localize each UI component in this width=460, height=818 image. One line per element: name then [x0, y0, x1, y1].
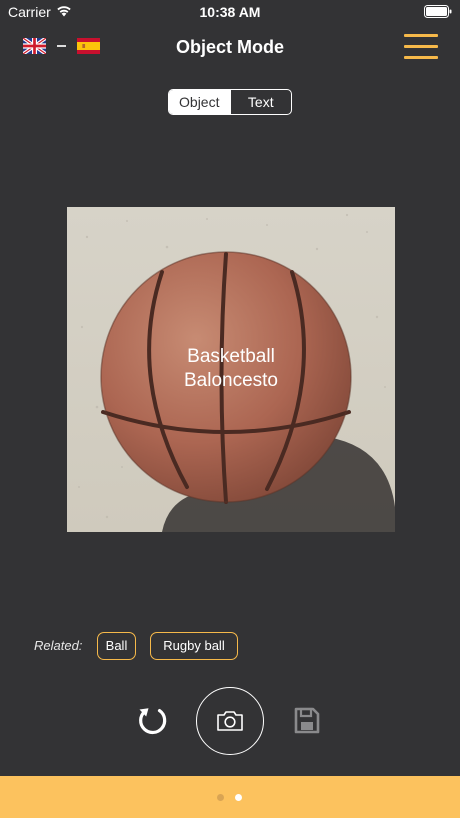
tab-object[interactable]: Object: [169, 90, 230, 114]
hamburger-menu-icon[interactable]: [404, 34, 438, 60]
menu-line: [404, 34, 438, 37]
camera-icon: [217, 711, 243, 731]
related-chip-rugby-ball[interactable]: Rugby ball: [150, 632, 238, 660]
page-title: Object Mode: [175, 37, 284, 57]
capture-button[interactable]: [196, 687, 264, 755]
related-chip-ball[interactable]: Ball: [97, 632, 136, 660]
status-bar: Carrier 10:38 AM: [0, 0, 460, 24]
basketball-photo: Basketball Baloncesto: [67, 207, 395, 532]
caption-source-word: Basketball: [187, 346, 275, 367]
detection-caption: Basketball Baloncesto: [67, 345, 395, 393]
clock: 10:38 AM: [199, 4, 261, 20]
bottom-bar: [0, 776, 460, 818]
menu-line: [404, 56, 438, 59]
page-dot-1[interactable]: [217, 794, 224, 801]
tab-text[interactable]: Text: [229, 90, 292, 114]
menu-line: [404, 45, 438, 48]
refresh-icon[interactable]: [136, 703, 170, 737]
mode-segmented-control: Object Text: [168, 89, 292, 115]
caption-target-word: Baloncesto: [183, 370, 278, 391]
nav-bar: Object Mode: [0, 28, 460, 68]
battery-icon: [424, 5, 452, 18]
related-section: Related: Ball Rugby ball: [34, 632, 454, 660]
save-icon[interactable]: [293, 707, 320, 734]
page-dot-2-current[interactable]: [235, 794, 242, 801]
related-label: Related:: [34, 638, 83, 653]
